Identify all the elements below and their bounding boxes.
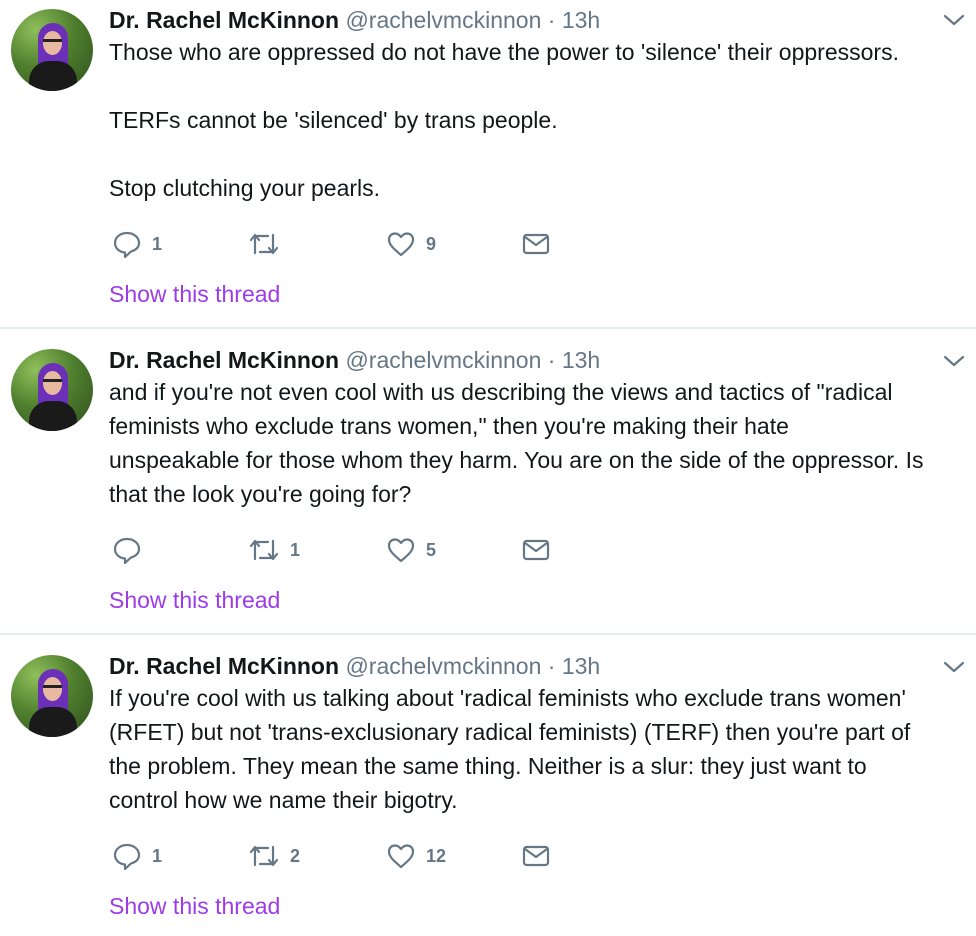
reply-icon [113, 843, 141, 871]
author-name[interactable]: Dr. Rachel McKinnon [109, 653, 339, 679]
tweet-line: and if you're not even cool with us desc… [109, 379, 893, 405]
message-button[interactable] [522, 534, 550, 566]
retweet-count: 2 [290, 845, 301, 866]
like-button[interactable]: 5 [386, 534, 436, 566]
tweet-text: Those who are oppressed do not have the … [109, 35, 959, 205]
retweet-button[interactable]: 1 [248, 534, 300, 566]
reply-button[interactable]: 1 [112, 228, 162, 260]
message-icon [522, 539, 550, 561]
tweet-line: If you're cool with us talking about 'ra… [109, 685, 906, 711]
retweet-button[interactable] [248, 228, 290, 260]
chevron-down-icon[interactable] [942, 659, 966, 675]
like-icon [387, 232, 415, 257]
tweet-text: If you're cool with us talking about 'ra… [109, 681, 959, 817]
tweet-paragraph: Stop clutching your pearls. [109, 175, 381, 201]
retweet-button[interactable]: 2 [248, 840, 300, 872]
reply-icon [113, 537, 141, 565]
separator: · [547, 347, 556, 373]
tweet-line: the problem. They mean the same thing. N… [109, 753, 867, 779]
author-name[interactable]: Dr. Rachel McKinnon [109, 7, 339, 33]
reply-icon [113, 231, 141, 259]
tweet-actions: 1 9 [112, 228, 612, 260]
tweet-header: Dr. Rachel McKinnon @rachelvmckinnon · 1… [109, 345, 600, 375]
separator: · [547, 653, 556, 679]
show-thread-link[interactable]: Show this thread [109, 279, 280, 309]
tweet[interactable]: Dr. Rachel McKinnon @rachelvmckinnon · 1… [0, 0, 976, 329]
tweet-line: feminists who exclude trans women," then… [109, 413, 789, 439]
reply-count: 1 [152, 845, 163, 866]
like-count: 12 [426, 845, 447, 866]
tweet-line: (RFET) but not 'trans-exclusionary radic… [109, 719, 911, 745]
timestamp[interactable]: 13h [562, 7, 600, 33]
author-handle[interactable]: @rachelvmckinnon [345, 347, 541, 373]
tweet-paragraph: TERFs cannot be 'silenced' by trans peop… [109, 107, 558, 133]
message-button[interactable] [522, 840, 550, 872]
avatar[interactable] [11, 655, 93, 737]
retweet-icon [249, 845, 279, 867]
show-thread-link[interactable]: Show this thread [109, 891, 280, 921]
message-icon [522, 845, 550, 867]
tweet[interactable]: Dr. Rachel McKinnon @rachelvmckinnon · 1… [0, 635, 976, 936]
avatar[interactable] [11, 349, 93, 431]
tweet-text: and if you're not even cool with us desc… [109, 375, 959, 511]
tweet-header: Dr. Rachel McKinnon @rachelvmckinnon · 1… [109, 651, 600, 681]
tweet-line: unspeakable for those whom they harm. Yo… [109, 447, 924, 473]
author-name[interactable]: Dr. Rachel McKinnon [109, 347, 339, 373]
retweet-count: 1 [290, 539, 301, 560]
show-thread-link[interactable]: Show this thread [109, 585, 280, 615]
like-button[interactable]: 9 [386, 228, 436, 260]
timestamp[interactable]: 13h [562, 653, 600, 679]
avatar[interactable] [11, 9, 93, 91]
timestamp[interactable]: 13h [562, 347, 600, 373]
separator: · [547, 7, 556, 33]
chevron-down-icon[interactable] [942, 12, 966, 28]
author-handle[interactable]: @rachelvmckinnon [345, 7, 541, 33]
tweet-actions: 1 2 12 [112, 840, 612, 872]
like-icon [387, 538, 415, 563]
like-button[interactable]: 12 [386, 840, 446, 872]
tweet-line: control how we name their bigotry. [109, 787, 458, 813]
reply-button[interactable] [112, 534, 152, 566]
tweet-paragraph: Those who are oppressed do not have the … [109, 39, 899, 65]
reply-count: 1 [152, 233, 163, 254]
like-count: 9 [426, 233, 437, 254]
tweet-actions: 1 5 [112, 534, 612, 566]
retweet-icon [249, 233, 279, 255]
like-icon [387, 844, 415, 869]
tweet-line: that the look you're going for? [109, 481, 412, 507]
reply-button[interactable]: 1 [112, 840, 162, 872]
retweet-icon [249, 539, 279, 561]
author-handle[interactable]: @rachelvmckinnon [345, 653, 541, 679]
tweet[interactable]: Dr. Rachel McKinnon @rachelvmckinnon · 1… [0, 329, 976, 635]
tweet-header: Dr. Rachel McKinnon @rachelvmckinnon · 1… [109, 5, 600, 35]
like-count: 5 [426, 539, 437, 560]
chevron-down-icon[interactable] [942, 353, 966, 369]
message-button[interactable] [522, 228, 550, 260]
message-icon [522, 233, 550, 255]
